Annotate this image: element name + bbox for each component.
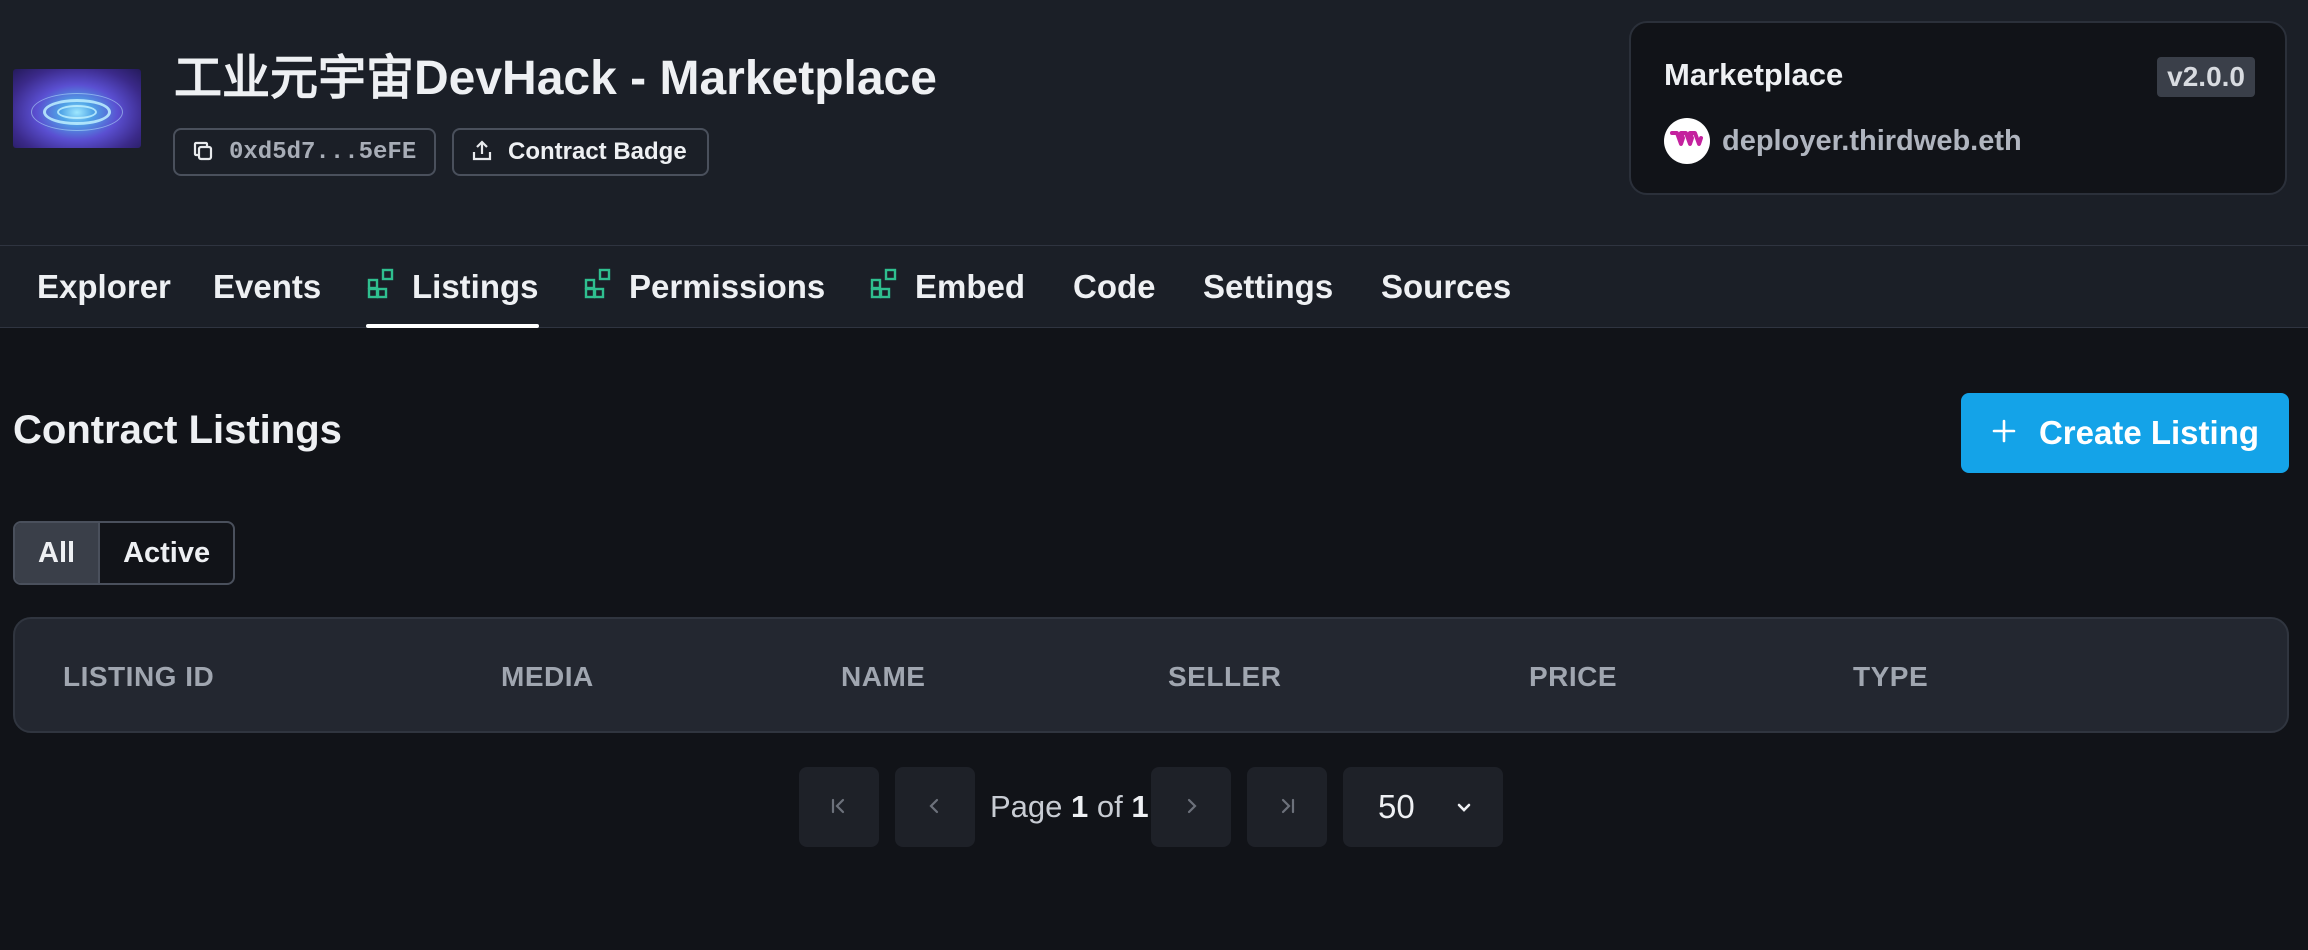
plus-icon bbox=[1991, 414, 2017, 452]
contract-badge-label: Contract Badge bbox=[508, 138, 687, 165]
page-indicator: Page 1 of 1 bbox=[990, 767, 1149, 847]
share-icon bbox=[470, 139, 494, 166]
tab-code[interactable]: Code bbox=[1073, 246, 1156, 328]
tab-label: Settings bbox=[1203, 268, 1334, 305]
of-word: of bbox=[1096, 789, 1123, 824]
tab-label: Embed bbox=[915, 268, 1026, 305]
deployer-link[interactable]: deployer.thirdweb.eth bbox=[1664, 118, 2022, 164]
page-size-value: 50 bbox=[1378, 788, 1415, 825]
section-title: Contract Listings bbox=[13, 408, 342, 452]
page-title: 工业元宇宙DevHack - Marketplace bbox=[174, 52, 937, 105]
page-word: Page bbox=[990, 789, 1063, 824]
column-header-listing-id: LISTING ID bbox=[63, 661, 215, 692]
tab-label: Permissions bbox=[629, 268, 826, 305]
filter-active[interactable]: Active bbox=[100, 523, 233, 583]
tab-settings[interactable]: Settings bbox=[1203, 246, 1333, 328]
listing-filter: All Active bbox=[13, 521, 236, 585]
column-header-name: NAME bbox=[841, 661, 926, 692]
chevron-left-icon bbox=[924, 795, 946, 820]
contract-badge-button[interactable]: Contract Badge bbox=[452, 128, 709, 176]
page-size-select[interactable]: 50 bbox=[1343, 767, 1503, 847]
tab-listings[interactable]: Listings bbox=[366, 246, 539, 328]
tab-permissions[interactable]: Permissions bbox=[583, 246, 825, 328]
current-page: 1 bbox=[1071, 789, 1089, 824]
chevron-right-icon bbox=[1180, 795, 1202, 820]
extension-icon bbox=[583, 267, 615, 307]
listings-table: LISTING ID MEDIA NAME SELLER PRICE TYPE bbox=[13, 617, 2289, 733]
tab-label: Events bbox=[213, 268, 322, 305]
copy-icon bbox=[191, 139, 215, 166]
extension-icon bbox=[366, 267, 398, 307]
chevron-down-icon bbox=[1453, 788, 1475, 826]
tab-label: Sources bbox=[1381, 268, 1512, 305]
contract-info-card: Marketplace v2.0.0 deployer.thirdweb.eth bbox=[1629, 21, 2287, 195]
last-page-icon bbox=[1276, 795, 1298, 820]
version-badge: v2.0.0 bbox=[2157, 57, 2255, 97]
deployer-name: deployer.thirdweb.eth bbox=[1722, 124, 2022, 157]
column-header-type: TYPE bbox=[1853, 661, 1929, 692]
contract-type: Marketplace bbox=[1664, 57, 1844, 92]
column-header-price: PRICE bbox=[1529, 661, 1618, 692]
next-page-button[interactable] bbox=[1151, 767, 1231, 847]
column-header-seller: SELLER bbox=[1168, 661, 1282, 692]
previous-page-button[interactable] bbox=[895, 767, 975, 847]
total-pages: 1 bbox=[1131, 789, 1149, 824]
first-page-icon bbox=[828, 795, 850, 820]
tab-label: Listings bbox=[412, 268, 539, 305]
copy-address-button[interactable]: 0xd5d7...5eFE bbox=[173, 128, 436, 176]
thirdweb-logo-icon bbox=[1664, 118, 1710, 164]
last-page-button[interactable] bbox=[1247, 767, 1327, 847]
column-header-media: MEDIA bbox=[501, 661, 594, 692]
tab-label: Code bbox=[1073, 268, 1156, 305]
tab-events[interactable]: Events bbox=[213, 246, 321, 328]
extension-icon bbox=[869, 267, 901, 307]
tab-embed[interactable]: Embed bbox=[869, 246, 1025, 328]
first-page-button[interactable] bbox=[799, 767, 879, 847]
tab-sources[interactable]: Sources bbox=[1381, 246, 1511, 328]
tab-explorer[interactable]: Explorer bbox=[37, 246, 171, 328]
contract-thumbnail bbox=[13, 69, 141, 148]
create-listing-button[interactable]: Create Listing bbox=[1961, 393, 2289, 473]
contract-address: 0xd5d7...5eFE bbox=[229, 138, 417, 166]
filter-all[interactable]: All bbox=[15, 523, 101, 583]
tab-label: Explorer bbox=[37, 268, 171, 305]
create-listing-label: Create Listing bbox=[2038, 414, 2260, 451]
